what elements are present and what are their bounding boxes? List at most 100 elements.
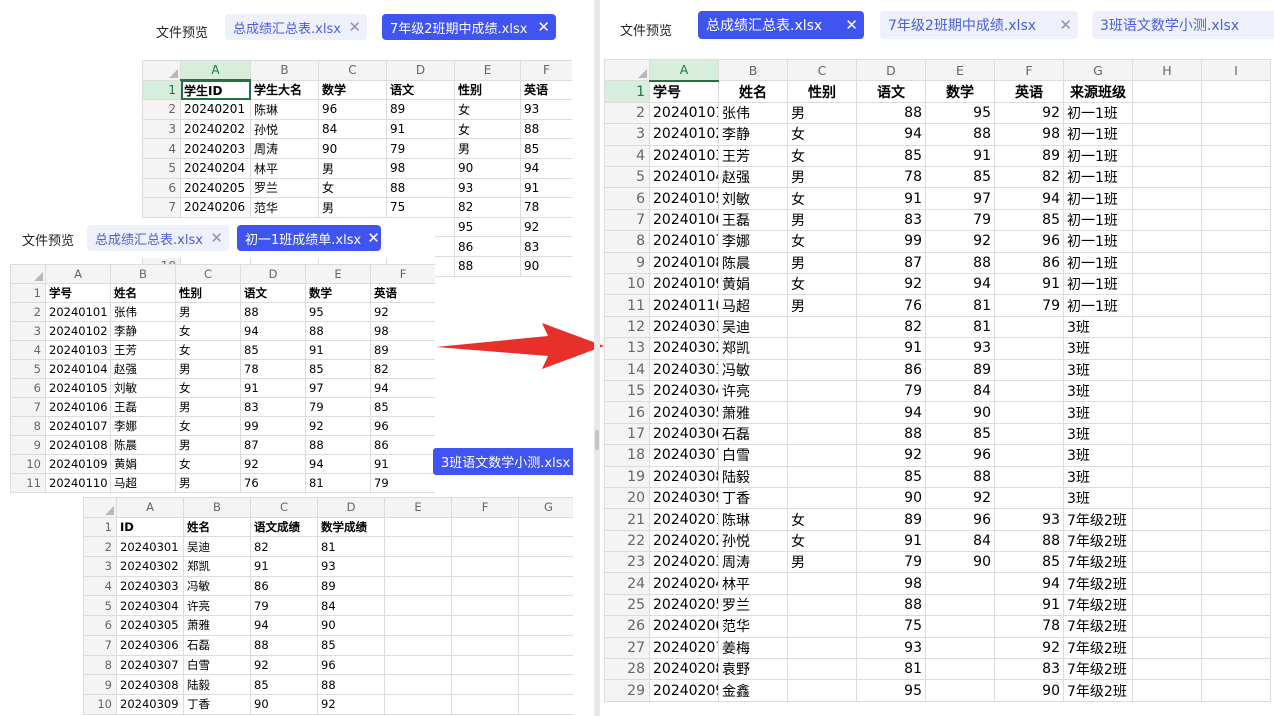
cell[interactable] [1201, 615, 1271, 638]
row-header[interactable]: 7 [142, 197, 181, 218]
cell[interactable]: 20240103 [649, 144, 719, 168]
divider-handle[interactable] [595, 430, 599, 450]
cell[interactable]: 语文 [386, 79, 455, 101]
cell[interactable]: 91 [856, 187, 926, 210]
row-header[interactable]: 4 [83, 575, 117, 597]
cell[interactable]: 90 [454, 157, 521, 179]
cell[interactable]: 初一1班 [1063, 273, 1133, 296]
cell[interactable]: 88 [240, 302, 306, 322]
cell[interactable] [384, 575, 452, 597]
cell[interactable] [518, 693, 573, 715]
cell[interactable]: 陈晨 [110, 435, 176, 455]
cell[interactable] [1201, 379, 1271, 403]
cell[interactable]: 88 [925, 251, 995, 275]
cell[interactable]: 82 [370, 359, 435, 379]
cell[interactable]: 20240105 [45, 378, 111, 398]
cell[interactable] [1201, 144, 1271, 168]
cell[interactable] [925, 615, 995, 638]
cell[interactable]: 76 [856, 294, 926, 317]
cell[interactable] [787, 465, 857, 488]
row-header[interactable]: 19 [604, 465, 650, 488]
cell[interactable] [1201, 337, 1271, 360]
cell[interactable]: 20240305 [649, 401, 719, 424]
cell[interactable]: 88 [925, 123, 995, 146]
row-header[interactable]: 2 [10, 302, 46, 322]
cell[interactable]: 刘敏 [110, 378, 176, 398]
cell[interactable]: 数学成绩 [317, 516, 385, 538]
cell[interactable] [925, 593, 995, 617]
cell[interactable] [451, 654, 519, 676]
cell[interactable]: 94 [994, 187, 1064, 210]
row-header[interactable]: 1 [604, 80, 650, 103]
cell[interactable]: 女 [175, 416, 241, 436]
cell[interactable] [1201, 422, 1271, 446]
cell[interactable] [518, 556, 573, 577]
cell[interactable] [1201, 273, 1271, 296]
cell[interactable]: 91 [370, 454, 435, 474]
cell[interactable]: 90 [318, 138, 387, 159]
cell[interactable]: 85 [370, 397, 435, 417]
cell[interactable] [384, 615, 452, 636]
cell[interactable] [384, 536, 452, 558]
cell[interactable]: 周涛 [718, 551, 788, 574]
cell[interactable] [1201, 658, 1271, 681]
cell[interactable]: 女 [787, 144, 857, 168]
cell[interactable]: 78 [994, 615, 1064, 638]
cell[interactable]: 女 [175, 321, 241, 341]
cell[interactable]: 85 [994, 208, 1064, 232]
cell[interactable]: 20240204 [180, 157, 251, 179]
cell[interactable] [1201, 401, 1271, 424]
cell[interactable]: 王磊 [110, 397, 176, 417]
cell[interactable] [1201, 315, 1271, 339]
cell[interactable]: 冯敏 [718, 358, 788, 381]
cell[interactable] [787, 658, 857, 681]
cell[interactable] [1201, 529, 1271, 553]
cell[interactable] [1201, 465, 1271, 488]
row-header[interactable]: 8 [83, 654, 117, 676]
cell[interactable] [1201, 251, 1271, 275]
row-header[interactable]: 16 [604, 401, 650, 424]
cell[interactable]: 王芳 [110, 340, 176, 360]
cell[interactable]: 20240306 [116, 634, 184, 656]
cell[interactable]: 女 [175, 454, 241, 474]
cell[interactable]: 90 [925, 401, 995, 424]
column-header-D[interactable]: D [856, 59, 926, 82]
cell[interactable]: 白雪 [183, 654, 251, 676]
cell[interactable]: 石磊 [183, 634, 251, 656]
cell[interactable]: 刘敏 [718, 187, 788, 210]
row-header[interactable]: 18 [604, 444, 650, 467]
column-header-B[interactable]: B [183, 497, 251, 518]
cell[interactable] [518, 595, 573, 617]
cell[interactable] [994, 444, 1064, 467]
cell[interactable]: 王芳 [718, 144, 788, 168]
cell[interactable]: 男 [454, 138, 521, 159]
cell[interactable]: 85 [250, 674, 318, 695]
cell[interactable] [451, 556, 519, 577]
cell[interactable]: 88 [250, 634, 318, 656]
cell[interactable]: 96 [317, 654, 385, 676]
row-header[interactable]: 1 [83, 516, 117, 538]
cell[interactable]: 92 [520, 216, 572, 238]
cell[interactable] [925, 572, 995, 595]
cell[interactable] [1132, 379, 1202, 403]
cell[interactable]: 94 [305, 454, 371, 474]
cell[interactable]: 女 [454, 118, 521, 140]
close-icon[interactable]: ✕ [1059, 17, 1072, 33]
cell[interactable]: 学生大名 [250, 79, 319, 101]
cell[interactable]: 87 [240, 435, 306, 455]
cell[interactable]: 冯敏 [183, 575, 251, 597]
row-header[interactable]: 2 [83, 536, 117, 558]
cell[interactable]: 92 [925, 230, 995, 253]
cell[interactable]: 7年级2班 [1063, 615, 1133, 638]
cell[interactable]: 7年级2班 [1063, 636, 1133, 660]
cell[interactable]: 陈琳 [250, 99, 319, 120]
select-all-corner[interactable] [83, 497, 117, 518]
cell[interactable]: 王磊 [718, 208, 788, 232]
cell[interactable]: 94 [240, 321, 306, 341]
cell[interactable]: 20240306 [649, 422, 719, 446]
cell[interactable]: 88 [520, 118, 572, 140]
row-header[interactable]: 5 [604, 166, 650, 189]
cell[interactable]: 92 [856, 444, 926, 467]
column-header-G[interactable]: G [1063, 59, 1133, 82]
cell[interactable]: 20240305 [116, 615, 184, 636]
